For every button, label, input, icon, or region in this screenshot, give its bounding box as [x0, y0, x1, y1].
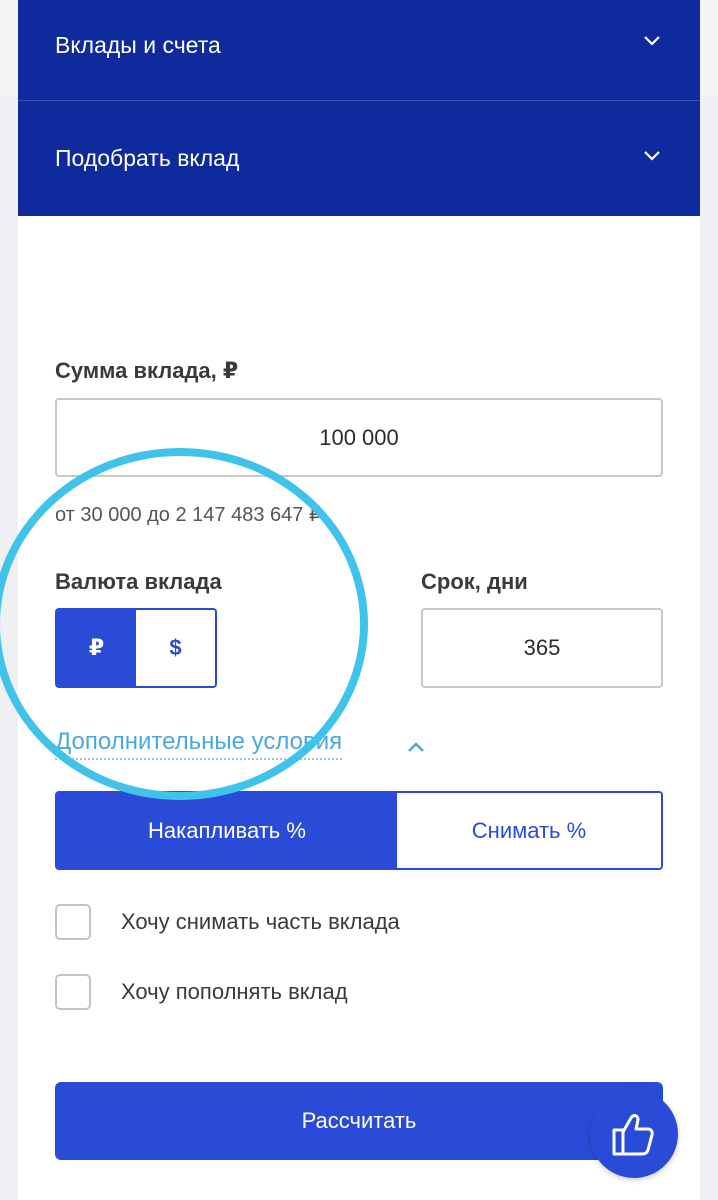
- top-up-checkbox[interactable]: [55, 974, 91, 1010]
- calculate-button[interactable]: Рассчитать: [55, 1082, 663, 1160]
- chevron-up-icon[interactable]: [405, 736, 427, 758]
- chevron-down-icon: [644, 151, 660, 161]
- accordion-label: Вклады и счета: [55, 32, 221, 58]
- feedback-button[interactable]: [590, 1090, 678, 1178]
- partial-withdraw-label: Хочу снимать часть вклада: [121, 909, 400, 934]
- amount-input[interactable]: 100 000: [55, 398, 663, 477]
- partial-withdraw-option[interactable]: Хочу снимать часть вклада: [55, 904, 400, 940]
- amount-label: Сумма вклада, ₽: [55, 358, 239, 383]
- currency-label: Валюта вклада: [55, 569, 222, 594]
- chevron-down-icon: [644, 36, 660, 46]
- term-label: Срок, дни: [421, 569, 528, 594]
- accordion-deposits-accounts[interactable]: Вклады и счета: [18, 0, 700, 100]
- partial-withdraw-checkbox[interactable]: [55, 904, 91, 940]
- currency-selector: ₽ $: [55, 608, 217, 688]
- currency-usd-button[interactable]: $: [136, 610, 215, 686]
- interest-mode-toggle: Накапливать % Снимать %: [55, 791, 663, 870]
- term-input[interactable]: 365: [421, 608, 663, 688]
- accordion-select-deposit[interactable]: Подобрать вклад: [18, 101, 700, 216]
- amount-range-hint: от 30 000 до 2 147 483 647 ₽: [55, 504, 322, 526]
- top-up-label: Хочу пополнять вклад: [121, 979, 348, 1004]
- accumulate-interest-button[interactable]: Накапливать %: [57, 793, 397, 868]
- accordion-label: Подобрать вклад: [55, 145, 240, 171]
- top-up-option[interactable]: Хочу пополнять вклад: [55, 974, 348, 1010]
- thumbs-up-icon: [612, 1114, 654, 1156]
- currency-rub-button[interactable]: ₽: [57, 610, 136, 686]
- extra-conditions-link[interactable]: Дополнительные условия: [55, 728, 343, 760]
- withdraw-interest-button[interactable]: Снимать %: [397, 793, 661, 868]
